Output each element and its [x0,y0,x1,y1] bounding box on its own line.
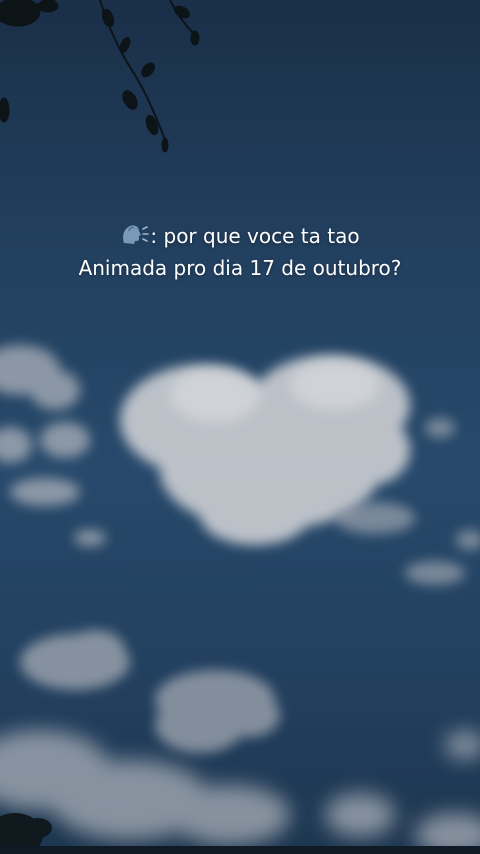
speaking-head-icon [123,225,150,244]
story-caption: : por que voce ta tao Animada pro dia 17… [0,220,480,284]
caption-line-2: Animada pro dia 17 de outubro? [78,256,402,280]
cloud-bottom [0,730,480,854]
cloud-lower-center [155,670,280,753]
tree-branch-top [0,0,200,153]
caption-line-1: : por que voce ta tao [0,220,480,252]
cloud-lower-left [20,630,130,690]
sky-illustration [0,0,480,854]
caption-text-1: : por que voce ta tao [150,224,360,248]
cloud-left-upper [0,345,106,546]
story-background: : por que voce ta tao Animada pro dia 17… [0,0,480,854]
